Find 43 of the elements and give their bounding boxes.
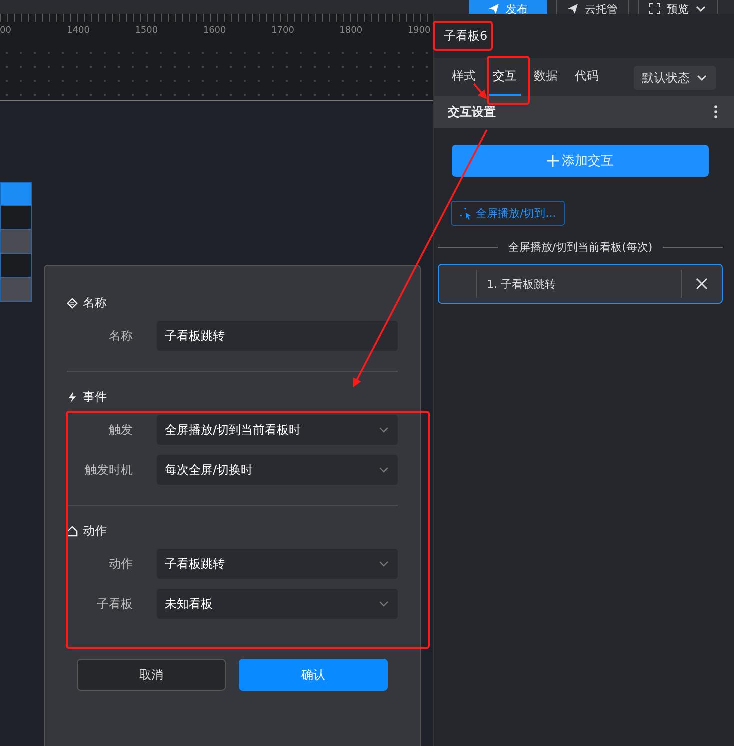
field-label: 触发时机 — [84, 462, 133, 478]
panel-title: 子看板6 — [444, 28, 488, 44]
select-field[interactable]: 全屏播放/切到当前看板时 — [157, 415, 398, 445]
section-title: 交互设置 — [448, 104, 496, 120]
tab[interactable]: 样式 — [448, 58, 480, 96]
fullscreen-icon — [649, 3, 661, 14]
trigger-chip[interactable]: 全屏播放/切到... — [451, 201, 566, 226]
select-field[interactable]: 每次全屏/切换时 — [157, 455, 398, 485]
ruler-label: 1400 — [67, 26, 91, 36]
ruler-label: 1700 — [272, 26, 296, 36]
field-label: 名称 — [108, 328, 133, 344]
interaction-item[interactable]: 1. 子看板跳转 — [438, 264, 723, 304]
tab[interactable]: 数据 — [530, 58, 562, 96]
cursor-click-icon — [460, 208, 472, 220]
lightning-icon — [67, 392, 78, 402]
field-label: 动作 — [108, 556, 133, 572]
ruler-label: 1600 — [203, 26, 228, 36]
ruler-label: 1500 — [135, 26, 160, 36]
home-icon — [67, 526, 78, 536]
select-field[interactable]: 未知看板 — [157, 589, 398, 619]
select-field[interactable]: 子看板跳转 — [157, 549, 398, 579]
preview-button[interactable]: 预览 — [638, 0, 718, 14]
field-label: 子看板 — [96, 596, 133, 612]
section-title: 事件 — [83, 388, 107, 406]
annotation-arrow — [473, 83, 488, 100]
ruler-label: 00 — [0, 26, 12, 36]
tab[interactable]: 代码 — [571, 58, 603, 96]
plus-icon — [547, 155, 559, 167]
state-dropdown[interactable]: 默认状态 — [634, 66, 716, 90]
highlight-frame — [433, 21, 493, 51]
section-title: 动作 — [83, 522, 107, 540]
more-icon[interactable] — [714, 105, 718, 119]
interaction-label: 1. 子看板跳转 — [486, 276, 557, 292]
name-input[interactable]: 子看板跳转 — [157, 321, 398, 351]
diamond-icon — [67, 298, 78, 308]
ruler-label: 1900 — [408, 26, 432, 36]
cloud-host-button[interactable]: 云托管 — [556, 0, 629, 14]
highlight-frame — [487, 56, 530, 105]
group-label: 全屏播放/切到当前看板(每次) — [508, 240, 653, 255]
section-title: 名称 — [83, 294, 107, 312]
field-label: 触发 — [108, 422, 133, 438]
cancel-button[interactable]: 取消 — [77, 659, 226, 691]
ruler-label: 1800 — [340, 26, 364, 36]
